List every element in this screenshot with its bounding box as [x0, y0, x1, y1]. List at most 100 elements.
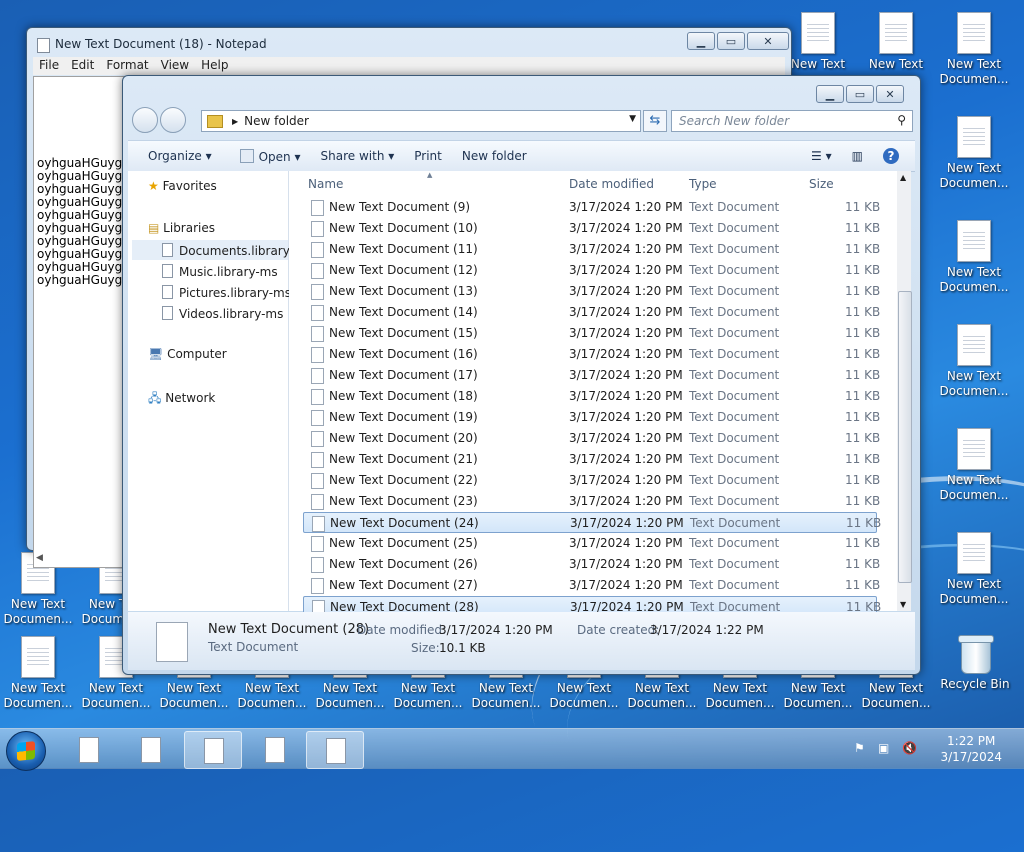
scroll-down-arrow[interactable]: ▼ — [900, 600, 906, 609]
nav-library-item[interactable]: Documents.library-r — [162, 243, 299, 258]
minimize-button[interactable]: ▁ — [687, 32, 715, 50]
table-row[interactable]: New Text Document (20) 3/17/2024 1:20 PM T… — [303, 428, 880, 448]
preview-pane-button[interactable]: ▥ — [842, 149, 873, 163]
action-center-flag-icon[interactable]: ⚑ — [854, 741, 865, 755]
help-button[interactable]: ? — [873, 148, 909, 164]
desktop-icon-text-document[interactable]: New Text Documen... — [936, 532, 1012, 607]
close-button[interactable]: ✕ — [747, 32, 789, 50]
start-button[interactable] — [6, 731, 46, 771]
folder-icon — [207, 114, 223, 128]
table-row[interactable]: New Text Document (25) 3/17/2024 1:20 PM T… — [303, 533, 880, 553]
menu-item-format[interactable]: Format — [100, 57, 154, 75]
table-row[interactable]: New Text Document (16) 3/17/2024 1:20 PM T… — [303, 344, 881, 364]
taskbar-button[interactable] — [60, 731, 116, 767]
table-row[interactable]: New Text Document (17) 3/17/2024 1:20 PM T… — [303, 365, 881, 385]
volume-muted-icon[interactable]: 🔇 — [902, 741, 917, 755]
scroll-thumb[interactable] — [898, 291, 912, 583]
close-button[interactable]: ✕ — [876, 85, 904, 103]
file-type: Text Document — [689, 263, 780, 277]
menu-item-file[interactable]: File — [33, 57, 65, 75]
back-button[interactable] — [132, 107, 158, 133]
file-type: Text Document — [689, 452, 780, 466]
text-document-icon — [879, 12, 913, 54]
details-pane: New Text Document (28) Text Document Dat… — [128, 612, 915, 670]
search-input[interactable]: Search New folder — [679, 114, 789, 128]
desktop-icon-text-document[interactable]: New Text Documen... — [936, 220, 1012, 295]
desktop-icon-label: New Text Documen... — [861, 681, 931, 710]
network-tray-icon[interactable]: ▣ — [878, 741, 889, 755]
refresh-button[interactable]: ⇆ — [643, 110, 667, 132]
table-row[interactable]: New Text Document (15) 3/17/2024 1:20 PM T… — [303, 323, 880, 343]
scroll-left-arrow[interactable]: ◀ — [36, 553, 43, 563]
open-button[interactable]: Open ▾ — [230, 148, 311, 164]
organize-button[interactable]: Organize ▾ — [138, 149, 222, 163]
file-size: 11 KB — [845, 221, 881, 235]
table-row[interactable]: New Text Document (9) 3/17/2024 1:20 PM Te… — [303, 197, 880, 217]
taskbar-button[interactable] — [184, 731, 242, 769]
maximize-button[interactable]: ▭ — [846, 85, 874, 103]
nav-libraries[interactable]: ▤ Libraries — [148, 221, 215, 235]
maximize-button[interactable]: ▭ — [717, 32, 745, 50]
file-type: Text Document — [689, 431, 780, 445]
table-row[interactable]: New Text Document (26) 3/17/2024 1:20 PM T… — [303, 554, 880, 574]
taskbar-button[interactable] — [306, 731, 364, 769]
table-row[interactable]: New Text Document (21) 3/17/2024 1:20 PM T… — [303, 449, 880, 469]
search-box[interactable]: Search New folder ⚲ — [671, 110, 913, 132]
table-row[interactable]: New Text Document (13) 3/17/2024 1:20 PM T… — [303, 281, 880, 301]
menu-item-view[interactable]: View — [155, 57, 195, 75]
explorer-window[interactable]: ▁ ▭ ✕ ▶ New folder ▼ ⇆ Search New folder… — [122, 75, 921, 675]
table-row[interactable]: New Text Document (10) 3/17/2024 1:20 PM T… — [303, 218, 881, 238]
breadcrumb[interactable]: New folder — [244, 114, 309, 128]
table-row[interactable]: New Text Document (11) 3/17/2024 1:20 PM T… — [303, 239, 880, 259]
vertical-scrollbar[interactable]: ▲ ▼ — [897, 171, 912, 611]
column-header-size[interactable]: Size — [809, 177, 834, 191]
table-row[interactable]: New Text Document (22) 3/17/2024 1:20 PM T… — [303, 470, 880, 490]
menu-item-help[interactable]: Help — [195, 57, 234, 75]
nav-computer[interactable]: 🖥 Computer — [148, 347, 227, 361]
column-header-name[interactable]: Name — [308, 177, 343, 191]
minimize-button[interactable]: ▁ — [816, 85, 844, 103]
column-header-type[interactable]: Type — [689, 177, 717, 191]
nav-label: Music.library-ms — [179, 265, 278, 279]
nav-library-item[interactable]: Music.library-ms — [162, 264, 278, 279]
column-header-date[interactable]: Date modified — [569, 177, 654, 191]
taskbar-button[interactable] — [246, 731, 302, 767]
desktop-icon-label: New Text Documen... — [159, 681, 229, 710]
taskbar-button[interactable] — [122, 731, 178, 767]
menu-bar: File Edit Format View Help — [33, 57, 785, 75]
table-row[interactable]: New Text Document (12) 3/17/2024 1:20 PM T… — [303, 260, 880, 280]
desktop-icon-text-document[interactable]: New Text Documen... — [936, 12, 1012, 87]
clock[interactable]: 1:22 PM 3/17/2024 — [940, 733, 1002, 765]
network-icon: 🖧 — [148, 391, 162, 405]
table-row[interactable]: New Text Document (19) 3/17/2024 1:20 PM T… — [303, 407, 880, 427]
table-row[interactable]: New Text Document (27) 3/17/2024 1:20 PM T… — [303, 575, 880, 595]
print-button[interactable]: Print — [404, 149, 452, 163]
address-bar[interactable]: ▶ New folder ▼ — [201, 110, 641, 132]
text-editor[interactable]: oyhguaHGuyg oyhguaHGuyg oyhguaHGuyg oyhguaH… — [33, 76, 125, 568]
desktop-icon-text-document[interactable]: New Text Documen... — [936, 324, 1012, 399]
menu-item-edit[interactable]: Edit — [65, 57, 100, 75]
table-row[interactable]: New Text Document (18) 3/17/2024 1:20 PM T… — [303, 386, 880, 406]
file-size: 11 KB — [845, 347, 881, 361]
share-with-button[interactable]: Share with ▾ — [311, 149, 405, 163]
desktop-icon-text-document[interactable]: New Text Documen... — [936, 428, 1012, 503]
desktop-icon-text-document[interactable]: New Text Documen... — [936, 116, 1012, 191]
desktop-icon-text-document[interactable]: New Text Documen... — [0, 636, 76, 711]
address-dropdown-icon[interactable]: ▼ — [629, 114, 636, 124]
table-row[interactable]: New Text Document (24) 3/17/2024 1:20 PM T… — [303, 512, 881, 533]
forward-button[interactable] — [160, 107, 186, 133]
desktop-icon-text-document[interactable]: New Text — [858, 12, 934, 72]
file-size: 11 KB — [845, 368, 881, 382]
view-options-button[interactable]: ☰ ▾ — [801, 149, 842, 163]
desktop-icon-label: New Text Documen... — [939, 473, 1009, 502]
desktop-icon-recycle-bin[interactable]: Recycle Bin — [937, 632, 1013, 692]
table-row[interactable]: New Text Document (14) 3/17/2024 1:20 PM T… — [303, 302, 880, 322]
scroll-up-arrow[interactable]: ▲ — [900, 173, 906, 182]
nav-library-item[interactable]: Videos.library-ms — [162, 306, 283, 321]
desktop-icon-label: New Text Documen... — [939, 265, 1009, 294]
new-folder-button[interactable]: New folder — [452, 149, 537, 163]
nav-favorites[interactable]: ★ Favorites — [148, 179, 217, 193]
table-row[interactable]: New Text Document (23) 3/17/2024 1:20 PM T… — [303, 491, 880, 511]
nav-network[interactable]: 🖧 Network — [148, 389, 215, 410]
nav-library-item[interactable]: Pictures.library-ms — [162, 285, 291, 300]
